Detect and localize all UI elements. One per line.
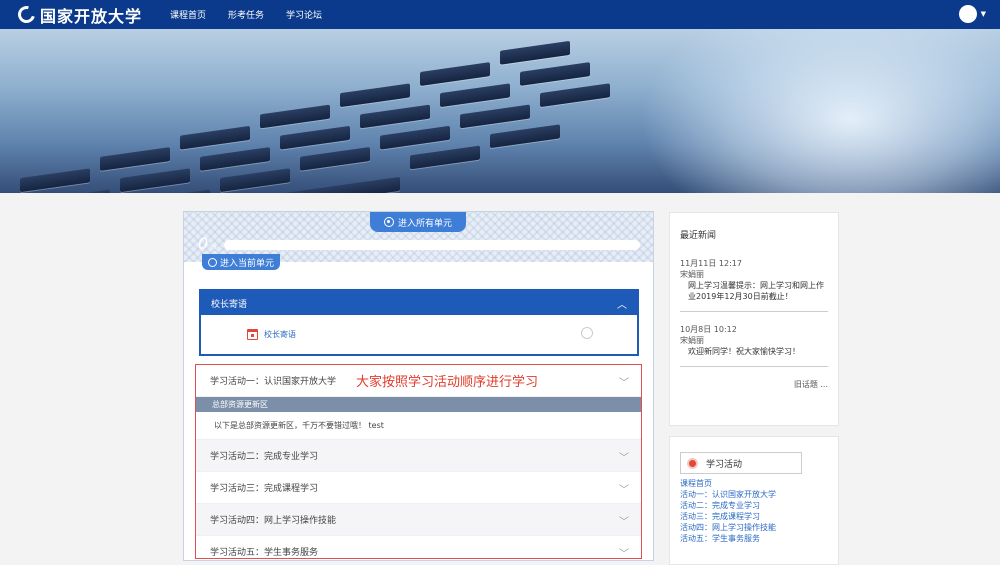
target-icon [383, 217, 394, 227]
progress-value: 0 [198, 234, 209, 253]
resource-update-text: 以下是总部资源更新区，千万不要错过哦！ test [196, 412, 641, 440]
learning-activity-title: 学习活动 [706, 459, 743, 470]
activity-row-1[interactable]: 学习活动一：认识国家开放大学 大家按照学习活动顺序进行学习 ﹀ [196, 365, 641, 397]
activity-link-5[interactable]: 活动五：学生事务服务 [680, 533, 828, 544]
nav-assessment[interactable]: 形考任务 [228, 8, 264, 21]
divider [680, 311, 828, 312]
news-date: 11月11日 12:17 [680, 259, 742, 268]
news-title: 最近新闻 [680, 231, 717, 241]
activity-label: 学习活动四：网上学习操作技能 [210, 516, 337, 526]
activity-icon [687, 457, 698, 469]
top-navbar: 国家开放大学 课程首页 形考任务 学习论坛 ▼ [0, 0, 1000, 29]
chevron-down-icon[interactable]: ﹀ [619, 374, 629, 389]
news-item[interactable]: 11月11日 12:17 宋娟丽 网上学习温馨提示：网上学习和网上作业2019年… [680, 258, 828, 302]
recent-news-panel: 最近新闻 11月11日 12:17 宋娟丽 网上学习温馨提示：网上学习和网上作业… [669, 212, 839, 426]
learning-activity-header[interactable]: 学习活动 [680, 452, 802, 474]
caret-down-icon[interactable]: ▼ [981, 10, 986, 18]
progress-unit: % [210, 243, 217, 251]
section-principal-message: 校长寄语 ︿ 校长寄语 [199, 289, 639, 356]
enter-all-units-label: 进入所有单元 [397, 218, 452, 229]
nav-forum[interactable]: 学习论坛 [286, 8, 322, 21]
user-menu[interactable]: ▼ [958, 5, 986, 23]
activity-link-3[interactable]: 活动三：完成课程学习 [680, 511, 828, 522]
main-nav: 课程首页 形考任务 学习论坛 [170, 0, 344, 29]
older-topics-link[interactable]: 旧话题 ... [680, 379, 828, 390]
activity-label: 学习活动三：完成课程学习 [210, 484, 319, 494]
keyboard-illustration [0, 29, 780, 193]
divider [680, 366, 828, 367]
activity-label: 学习活动二：完成专业学习 [210, 452, 319, 462]
completion-checkbox[interactable] [581, 327, 593, 339]
section-item-label[interactable]: 校长寄语 [264, 329, 296, 340]
enter-current-unit-label: 进入当前单元 [219, 258, 274, 269]
calendar-icon [247, 328, 258, 340]
news-date: 10月8日 10:12 [680, 325, 737, 334]
activity-link-1[interactable]: 活动一：认识国家开放大学 [680, 489, 828, 500]
activity-row-3[interactable]: 学习活动三：完成课程学习 ﹀ [196, 472, 641, 504]
progress-bar [224, 240, 640, 250]
resource-update-header: 总部资源更新区 [196, 397, 641, 412]
news-item[interactable]: 10月8日 10:12 宋娟丽 欢迎新同学！祝大家愉快学习！ [680, 324, 828, 357]
logo-icon [14, 2, 39, 27]
news-author: 宋娟丽 [680, 270, 704, 279]
logo-text: 国家开放大学 [40, 6, 143, 26]
chevron-down-icon[interactable]: ﹀ [619, 449, 629, 464]
chevron-down-icon[interactable]: ﹀ [619, 545, 629, 560]
activity-row-5[interactable]: 学习活动五：学生事务服务 ﹀ [196, 536, 641, 565]
chevron-down-icon[interactable]: ﹀ [619, 481, 629, 496]
news-body[interactable]: 欢迎新同学！祝大家愉快学习！ [680, 346, 828, 357]
activity-link-4[interactable]: 活动四：网上学习操作技能 [680, 522, 828, 533]
learning-activity-panel: 学习活动 课程首页 活动一：认识国家开放大学 活动二：完成专业学习 活动三：完成… [669, 436, 839, 565]
activity-label: 学习活动一：认识国家开放大学 [210, 377, 337, 387]
activity-row-2[interactable]: 学习活动二：完成专业学习 ﹀ [196, 440, 641, 472]
section-item-principal-message[interactable]: 校长寄语 [201, 315, 637, 353]
section-header[interactable]: 校长寄语 ︿ [201, 291, 637, 315]
chevron-up-icon[interactable]: ︿ [617, 296, 627, 311]
activity-link-2[interactable]: 活动二：完成专业学习 [680, 500, 828, 511]
logo[interactable]: 国家开放大学 [14, 2, 143, 27]
course-units-card: 进入所有单元 0 % 进入当前单元 校长寄语 ︿ 校长寄语 学习活动一：认识国家… [183, 211, 654, 561]
avatar[interactable] [958, 5, 977, 23]
chevron-down-icon[interactable]: ﹀ [619, 513, 629, 528]
news-body[interactable]: 网上学习温馨提示：网上学习和网上作业2019年12月30日前截止！ [680, 280, 828, 302]
activity-label: 学习活动五：学生事务服务 [210, 548, 319, 558]
section-title: 校长寄语 [211, 299, 248, 310]
activity-link-home[interactable]: 课程首页 [680, 478, 828, 489]
enter-all-units-button[interactable]: 进入所有单元 [370, 212, 466, 232]
circle-icon [207, 257, 217, 267]
activity-row-4[interactable]: 学习活动四：网上学习操作技能 ﹀ [196, 504, 641, 536]
nav-course-home[interactable]: 课程首页 [170, 8, 206, 21]
news-author: 宋娟丽 [680, 336, 704, 345]
banner-image [0, 29, 1000, 193]
activities-highlight: 学习活动一：认识国家开放大学 大家按照学习活动顺序进行学习 ﹀ 总部资源更新区 … [195, 364, 642, 560]
enter-current-unit-button[interactable]: 进入当前单元 [202, 254, 280, 270]
study-order-hint: 大家按照学习活动顺序进行学习 [356, 375, 539, 390]
